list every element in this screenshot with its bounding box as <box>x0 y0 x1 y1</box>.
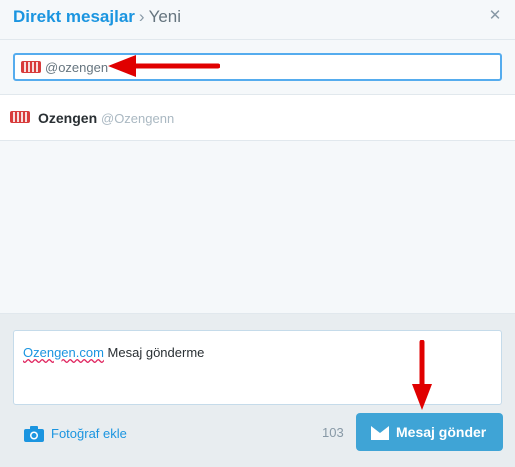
annotation-arrow-down <box>412 340 432 410</box>
recipient-input-text: @ozengen <box>45 60 109 75</box>
message-link[interactable]: Ozengen.com <box>23 345 104 360</box>
dialog-header: Direkt mesajlar › Yeni ✕ <box>0 0 515 40</box>
send-message-button[interactable]: Mesaj gönder <box>356 413 503 451</box>
recipient-input[interactable]: @ozengen <box>13 53 502 81</box>
breadcrumb-separator: › <box>138 7 145 26</box>
camera-icon <box>24 426 44 442</box>
avatar <box>10 111 30 123</box>
breadcrumb: Direkt mesajlar › Yeni <box>13 7 181 27</box>
character-counter: 103 <box>322 425 344 440</box>
close-icon[interactable]: ✕ <box>487 8 503 24</box>
composer: Ozengen.com Mesaj gönderme Fotoğraf ekle… <box>0 313 515 467</box>
envelope-icon <box>371 426 389 440</box>
suggestion-row[interactable]: Ozengen @Ozengenn <box>0 94 515 141</box>
recipient-area: @ozengen <box>0 40 515 94</box>
annotation-arrow-left <box>108 55 220 77</box>
breadcrumb-direct-messages[interactable]: Direkt mesajlar <box>13 7 135 26</box>
recipient-avatar-icon <box>21 61 41 73</box>
conversation-area <box>0 141 515 313</box>
suggestion-handle: @Ozengenn <box>101 111 175 126</box>
suggestion-name: Ozengen <box>38 110 98 126</box>
message-body: Mesaj gönderme <box>103 345 205 360</box>
add-photo-label: Fotoğraf ekle <box>51 426 127 441</box>
message-text: Ozengen.com Mesaj gönderme <box>23 345 204 361</box>
send-message-label: Mesaj gönder <box>396 424 487 440</box>
breadcrumb-current: Yeni <box>148 7 182 26</box>
